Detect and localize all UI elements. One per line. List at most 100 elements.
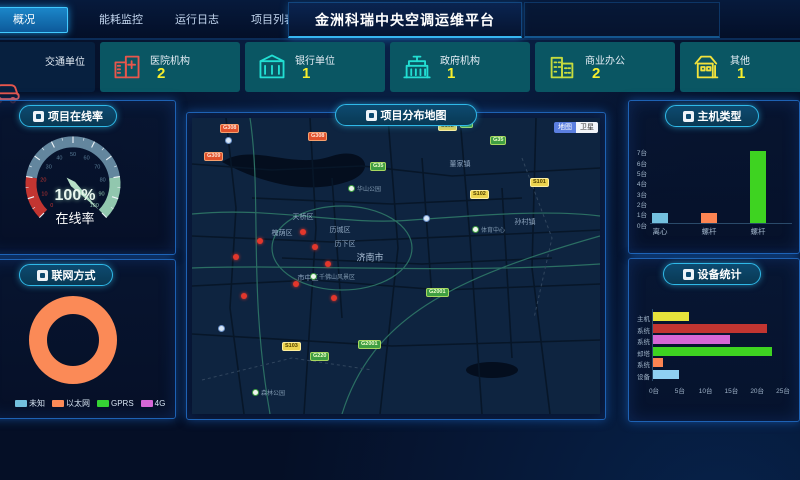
x-category-label: 螺杆 bbox=[742, 226, 774, 237]
poi-label: 森林公园 bbox=[261, 388, 285, 397]
map-view-toggle: 地图 卫星 bbox=[554, 122, 598, 133]
y-tick-label: 3台 bbox=[629, 189, 647, 199]
legend-swatch bbox=[15, 400, 27, 407]
row-label-1: 系统 bbox=[629, 325, 650, 335]
y-tick-label: 5台 bbox=[629, 168, 647, 178]
x-tick-label: 5台 bbox=[670, 385, 690, 395]
stat-card-交通单位[interactable]: 交通单位 bbox=[0, 42, 95, 92]
project-marker-2[interactable] bbox=[325, 261, 331, 267]
clock-icon bbox=[683, 269, 694, 280]
stat-card-医院机构[interactable]: 医院机构2 bbox=[100, 42, 240, 92]
title-side-decor bbox=[524, 2, 720, 38]
tab-概况[interactable]: 概况 bbox=[0, 7, 68, 33]
x-tick-label: 15台 bbox=[721, 385, 741, 395]
map-city-label-孙村镇: 孙村镇 bbox=[515, 217, 536, 227]
bar-系统-2 bbox=[653, 335, 730, 344]
stat-card-value: 1 bbox=[302, 65, 310, 82]
x-category-label: 螺杆 bbox=[693, 226, 725, 237]
row-label-3: 却塔 bbox=[629, 348, 650, 358]
project-marker-5[interactable] bbox=[233, 254, 239, 260]
stat-card-value: 1 bbox=[737, 65, 745, 82]
svg-text:40: 40 bbox=[56, 155, 62, 161]
station-marker-1 bbox=[218, 325, 225, 332]
bar-却塔-3 bbox=[653, 347, 772, 356]
stat-card-商业办公[interactable]: 商业办公2 bbox=[535, 42, 675, 92]
project-marker-7[interactable] bbox=[331, 295, 337, 301]
poi-label: 体育中心 bbox=[481, 225, 505, 234]
road-badge-G2001: G2001 bbox=[358, 340, 381, 349]
project-marker-1[interactable] bbox=[312, 244, 318, 250]
stat-card-label: 交通单位 bbox=[45, 53, 85, 68]
y-tick-label: 6台 bbox=[629, 158, 647, 168]
map-poi-华山公园: 华山公园 bbox=[348, 184, 381, 193]
map-canvas[interactable]: 济南市历城区历下区槐荫区天桥区市中区董家镇孙村镇G308G309G308G3G3… bbox=[192, 118, 600, 414]
gauge-value: 100% bbox=[5, 187, 145, 205]
road-badge-S101: S101 bbox=[530, 178, 549, 187]
bar-螺杆 bbox=[750, 151, 766, 223]
panel-online-rate: 项目在线率 0102030405060708090100 100% 在线率 bbox=[0, 100, 176, 255]
y-tick-label: 7台 bbox=[629, 147, 647, 157]
road-badge-G309: G309 bbox=[204, 152, 223, 161]
panel-network-type: 联网方式 未知 以太网 GPRS 4G bbox=[0, 259, 176, 419]
bar-离心 bbox=[652, 213, 668, 223]
road-badge-G2001: G2001 bbox=[426, 288, 449, 297]
svg-text:70: 70 bbox=[94, 164, 100, 170]
dashboard: 概况能耗监控运行日志项目列表视频监控 金洲科瑞中央空调运维平台 交通单位医院机构… bbox=[0, 0, 800, 480]
project-marker-0[interactable] bbox=[300, 229, 306, 235]
y-tick-label: 2台 bbox=[629, 199, 647, 209]
svg-text:50: 50 bbox=[70, 152, 76, 158]
project-marker-6[interactable] bbox=[241, 293, 247, 299]
row-label-2: 系统 bbox=[629, 336, 650, 346]
legend-item-未知[interactable]: 未知 bbox=[15, 398, 45, 409]
map-city-label-历城区: 历城区 bbox=[330, 225, 351, 235]
map-view-button[interactable]: 地图 bbox=[554, 122, 576, 133]
x-axis-line bbox=[650, 223, 792, 224]
stat-card-银行单位[interactable]: 银行单位1 bbox=[245, 42, 385, 92]
network-type-pill: 联网方式 bbox=[19, 264, 113, 286]
panel-title-map: 项目分布地图 bbox=[381, 107, 447, 123]
map-city-label-历下区: 历下区 bbox=[335, 239, 356, 249]
x-category-label: 离心 bbox=[644, 226, 676, 237]
legend-item-4G[interactable]: 4G bbox=[141, 399, 166, 408]
legend-label: GPRS bbox=[111, 399, 134, 408]
road-badge-G35: G35 bbox=[490, 136, 506, 145]
tab-能耗监控[interactable]: 能耗监控 bbox=[85, 8, 157, 32]
poi-dot bbox=[472, 226, 479, 233]
stat-card-value: 2 bbox=[592, 65, 600, 82]
tab-运行日志[interactable]: 运行日志 bbox=[161, 8, 233, 32]
legend-item-以太网[interactable]: 以太网 bbox=[52, 398, 90, 409]
project-marker-4[interactable] bbox=[257, 238, 263, 244]
stat-card-value: 1 bbox=[447, 65, 455, 82]
panel-title-host-type: 主机类型 bbox=[698, 108, 742, 124]
road-badge-S103: S103 bbox=[282, 342, 301, 351]
x-tick-label: 25台 bbox=[773, 385, 793, 395]
map-city-label-济南市: 济南市 bbox=[356, 251, 383, 264]
map-city-label-天桥区: 天桥区 bbox=[293, 212, 314, 222]
stat-card-label: 商业办公 bbox=[585, 52, 625, 67]
road-badge-G308: G308 bbox=[308, 132, 327, 141]
device-stats-chart: 主机系统系统却塔系统设备0台5台10台15台20台25台 bbox=[629, 297, 797, 409]
map-poi-千佛山风景区: 千佛山风景区 bbox=[310, 272, 355, 281]
x-tick-label: 0台 bbox=[644, 385, 664, 395]
network-donut-chart bbox=[29, 296, 117, 384]
project-map-pill: 项目分布地图 bbox=[335, 104, 477, 126]
stat-card-其他[interactable]: 其他1 bbox=[680, 42, 800, 92]
map-poi-体育中心: 体育中心 bbox=[472, 225, 505, 234]
satellite-view-button[interactable]: 卫星 bbox=[576, 122, 598, 133]
map-poi-森林公园: 森林公园 bbox=[252, 388, 285, 397]
row-label-5: 设备 bbox=[629, 371, 650, 381]
page-title: 金洲科瑞中央空调运维平台 bbox=[315, 10, 495, 30]
panel-host-type: 主机类型 0台1台2台3台4台5台6台7台离心螺杆螺杆 bbox=[628, 100, 800, 254]
pin-icon bbox=[366, 110, 377, 121]
legend-item-GPRS[interactable]: GPRS bbox=[97, 399, 134, 408]
panel-title-network: 联网方式 bbox=[52, 267, 96, 283]
panel-title-online-rate: 项目在线率 bbox=[48, 108, 103, 124]
legend-label: 以太网 bbox=[66, 398, 90, 409]
project-marker-3[interactable] bbox=[293, 281, 299, 287]
stat-card-政府机构[interactable]: 政府机构1 bbox=[390, 42, 530, 92]
map-city-label-槐荫区: 槐荫区 bbox=[272, 228, 293, 238]
monitor-icon bbox=[683, 111, 694, 122]
poi-dot bbox=[310, 273, 317, 280]
stat-card-label: 医院机构 bbox=[150, 52, 190, 67]
map-roads bbox=[192, 118, 600, 414]
